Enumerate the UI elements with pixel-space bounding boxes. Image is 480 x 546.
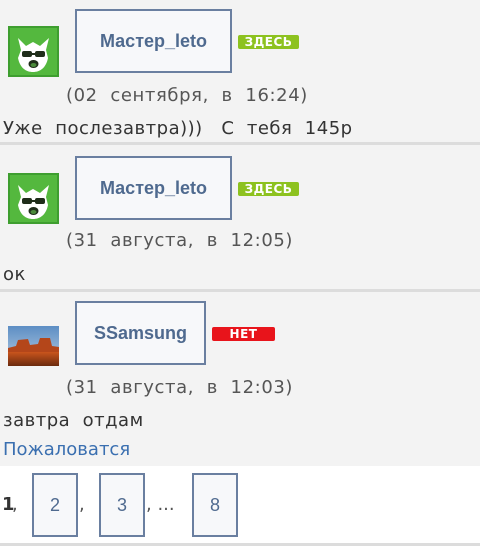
page-separator: , xyxy=(12,494,18,515)
page-3-button[interactable]: 3 xyxy=(99,473,145,537)
vk-dog-avatar-icon[interactable] xyxy=(8,26,59,77)
author-name-button[interactable]: Мастер_leto xyxy=(75,156,232,220)
desert-landscape-avatar[interactable] xyxy=(8,326,59,366)
post-message: завтра отдам xyxy=(3,410,144,431)
vk-dog-avatar-icon[interactable] xyxy=(8,173,59,224)
post-timestamp: (02 сентября, в 16:24) xyxy=(66,85,308,106)
post-item: SSamsung НЕТ (31 августа, в 12:03) завтр… xyxy=(0,292,480,466)
page-ellipsis: , ... xyxy=(146,494,175,515)
pagination: 1 , 2 , 3 , ... 8 xyxy=(0,466,480,546)
offline-status-badge: НЕТ xyxy=(212,327,275,341)
post-message: Уже послезавтра))) С тебя 145р xyxy=(3,118,353,139)
page-2-button[interactable]: 2 xyxy=(32,473,78,537)
post-item: Мастер_leto ЗДЕСЬ (31 августа, в 12:05) … xyxy=(0,145,480,292)
online-status-badge: ЗДЕСЬ xyxy=(238,35,299,49)
post-timestamp: (31 августа, в 12:05) xyxy=(66,230,294,251)
author-name-button[interactable]: Мастер_leto xyxy=(75,9,232,73)
post-item: Мастер_leto ЗДЕСЬ (02 сентября, в 16:24)… xyxy=(0,0,480,145)
post-timestamp: (31 августа, в 12:03) xyxy=(66,377,294,398)
author-name-button[interactable]: SSamsung xyxy=(75,301,206,365)
page-separator: , xyxy=(79,494,85,515)
post-message: ок xyxy=(3,264,26,285)
report-link[interactable]: Пожаловатся xyxy=(3,439,130,460)
last-page-button[interactable]: 8 xyxy=(192,473,238,537)
online-status-badge: ЗДЕСЬ xyxy=(238,182,299,196)
